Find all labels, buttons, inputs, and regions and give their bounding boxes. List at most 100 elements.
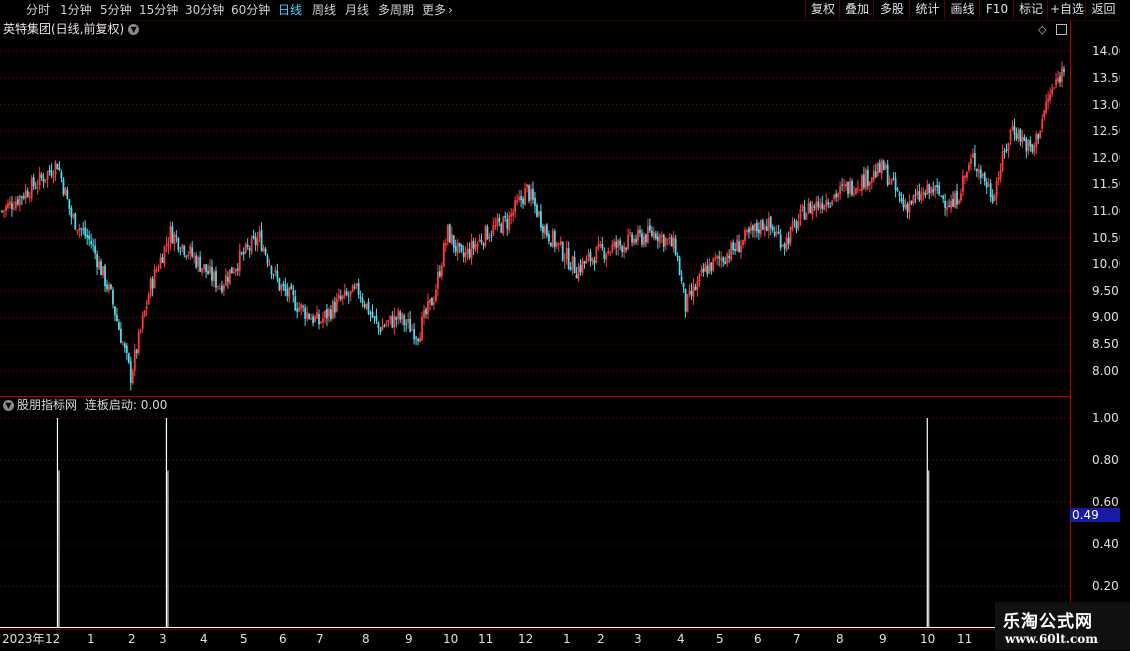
candle-body <box>506 219 509 229</box>
period-tab-60min[interactable]: 60分钟 <box>231 2 270 18</box>
period-tab-multi[interactable]: 多周期 <box>378 2 414 18</box>
candle-body <box>960 193 962 201</box>
period-tab-15min[interactable]: 15分钟 <box>139 2 178 18</box>
candle-body <box>363 304 366 307</box>
candle-body <box>692 285 695 298</box>
candle-body <box>672 237 675 249</box>
statistics-button[interactable]: 统计 <box>909 0 945 19</box>
candle-body <box>391 316 394 328</box>
candle-body <box>510 213 513 217</box>
candle-body <box>153 269 156 289</box>
candle-body <box>92 244 95 246</box>
candle-body <box>559 240 562 245</box>
candle-body <box>530 189 532 201</box>
period-tab-fenshi[interactable]: 分时 <box>26 2 50 18</box>
candle-body <box>837 193 840 198</box>
candle-body <box>435 289 437 301</box>
draw-line-button[interactable]: 画线 <box>944 0 980 19</box>
candle-body <box>472 240 475 249</box>
candle-body <box>139 329 142 331</box>
candle-body <box>440 266 443 277</box>
period-tab-monthly[interactable]: 月线 <box>345 2 369 18</box>
candle-body <box>464 252 467 258</box>
period-tab-daily[interactable]: 日线 <box>278 2 302 18</box>
mark-button[interactable]: 标记 <box>1013 0 1048 19</box>
candle-body <box>64 188 67 196</box>
candle-body <box>583 261 586 264</box>
fuquan-button[interactable]: 复权 <box>805 0 840 19</box>
time-tick: 6 <box>754 632 762 646</box>
candle-body <box>738 241 740 253</box>
candle-body <box>304 307 307 319</box>
candle-body <box>625 247 628 250</box>
f10-button[interactable]: F10 <box>979 0 1014 19</box>
candle-body <box>286 288 289 296</box>
indicator-tick: 0.20 <box>1092 579 1119 593</box>
candle-body <box>80 228 83 230</box>
period-tab-5min[interactable]: 5分钟 <box>100 2 132 18</box>
diamond-icon[interactable]: ◇ <box>1038 23 1046 36</box>
candle-body <box>872 170 875 180</box>
candle-body <box>520 196 523 201</box>
candle-body <box>9 201 11 205</box>
window-toggle-icon[interactable] <box>1056 24 1067 35</box>
period-tab-1min[interactable]: 1分钟 <box>60 2 92 18</box>
candle-body <box>230 267 233 274</box>
back-button[interactable]: 返回 <box>1085 0 1121 19</box>
candle-body <box>145 305 148 309</box>
candle-body <box>490 235 493 237</box>
candle-body <box>769 216 772 228</box>
candle-body <box>543 226 546 235</box>
period-tab-weekly[interactable]: 周线 <box>312 2 336 18</box>
candle-body <box>898 192 901 197</box>
candle-body <box>191 247 194 257</box>
candle-body <box>847 181 849 195</box>
chevron-down-icon[interactable]: ▼ <box>128 24 140 35</box>
candle-body <box>1021 137 1024 143</box>
candle-body <box>666 239 669 241</box>
candle-body <box>526 184 528 188</box>
candle-body <box>224 275 227 286</box>
chevron-down-icon[interactable]: ▼ <box>3 400 14 411</box>
candle-body <box>952 198 954 207</box>
candle-body <box>450 233 453 244</box>
chevron-right-icon: › <box>448 3 453 17</box>
candle-body <box>114 306 116 316</box>
kline-chart[interactable] <box>0 0 1130 650</box>
candle-body <box>599 244 602 246</box>
candle-body <box>948 205 950 207</box>
candle-body <box>851 180 853 195</box>
candle-body <box>203 264 205 270</box>
period-tab-30min[interactable]: 30分钟 <box>185 2 224 18</box>
candle-body <box>779 234 782 248</box>
candle-body <box>585 257 588 264</box>
multi-stock-button[interactable]: 多股 <box>873 0 910 19</box>
candle-body <box>643 236 645 246</box>
candle-body <box>397 310 400 319</box>
candle-body <box>66 189 69 199</box>
candle-body <box>161 257 164 263</box>
candle-body <box>1053 87 1055 89</box>
candle-body <box>857 187 859 189</box>
add-watchlist-button[interactable]: +自选 <box>1047 0 1086 19</box>
indicator-tick: 0.60 <box>1092 495 1119 509</box>
candle-body <box>1025 139 1028 152</box>
overlay-button[interactable]: 叠加 <box>839 0 874 19</box>
candle-body <box>656 236 659 241</box>
candle-body <box>688 290 691 295</box>
candle-body <box>647 226 649 243</box>
candle-body <box>381 325 384 331</box>
candle-body <box>819 204 822 209</box>
candle-body <box>841 184 843 186</box>
candle-body <box>569 267 572 271</box>
time-tick: 9 <box>405 632 413 646</box>
candle-body <box>962 176 964 192</box>
candle-body <box>328 308 330 317</box>
candle-body <box>660 235 663 237</box>
candle-body <box>714 257 717 259</box>
candle-body <box>736 239 738 251</box>
candle-body <box>571 255 574 269</box>
candle-body <box>387 320 390 323</box>
more-periods-button[interactable]: 更多 › <box>422 2 453 18</box>
candle-body <box>547 234 550 242</box>
